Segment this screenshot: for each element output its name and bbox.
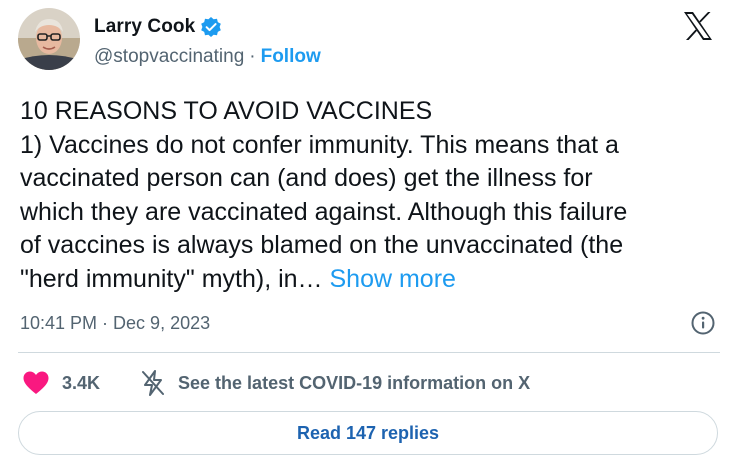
author-handle[interactable]: @stopvaccinating	[94, 46, 244, 68]
tweet-line: "herd immunity" myth), in…	[20, 264, 323, 293]
avatar[interactable]	[18, 8, 80, 70]
lightning-bolt-icon	[140, 369, 166, 397]
engagement-row: 3.4K See the latest COVID-19 information…	[22, 369, 530, 397]
tweet-time[interactable]: 10:41 PM	[20, 313, 97, 334]
tweet-line: 10 REASONS TO AVOID VACCINES	[20, 97, 433, 125]
x-logo-icon[interactable]	[682, 10, 714, 42]
read-replies-button[interactable]: Read 147 replies	[18, 411, 718, 455]
like-count[interactable]: 3.4K	[62, 373, 100, 394]
meta-separator: ·	[102, 312, 109, 333]
covid-info-link[interactable]: See the latest COVID-19 information on X	[178, 373, 530, 394]
tweet-line: which they are vaccinated against. Altho…	[20, 197, 628, 226]
avatar-photo	[18, 8, 80, 70]
read-replies-label: Read 147 replies	[296, 422, 440, 443]
verified-badge-icon	[200, 16, 222, 38]
tweet-line: 1) Vaccines do not confer immunity. This…	[20, 130, 619, 159]
divider	[18, 352, 720, 353]
author-display-name[interactable]: Larry Cook	[94, 16, 195, 38]
heart-icon[interactable]	[22, 370, 50, 396]
show-more-link[interactable]: Show more	[330, 265, 456, 293]
tweet-timestamp-row: 10:41 PM · Dec 9, 2023	[20, 311, 210, 335]
tweet-text: 10 REASONS TO AVOID VACCINES 1) Vaccines…	[20, 95, 720, 296]
tweet-line: of vaccines is always blamed on the unva…	[20, 231, 624, 259]
info-icon[interactable]	[690, 310, 716, 336]
author-name-row: Larry Cook	[94, 14, 222, 40]
tweet-date[interactable]: Dec 9, 2023	[113, 313, 210, 334]
tweet-last-line: "herd immunity" myth), in… Show more	[20, 263, 720, 297]
author-handle-row: @stopvaccinating · Follow	[94, 45, 321, 69]
handle-separator: ·	[249, 46, 256, 67]
tweet-line: vaccinated person can (and does) get the…	[20, 164, 593, 192]
follow-button[interactable]: Follow	[261, 46, 321, 68]
